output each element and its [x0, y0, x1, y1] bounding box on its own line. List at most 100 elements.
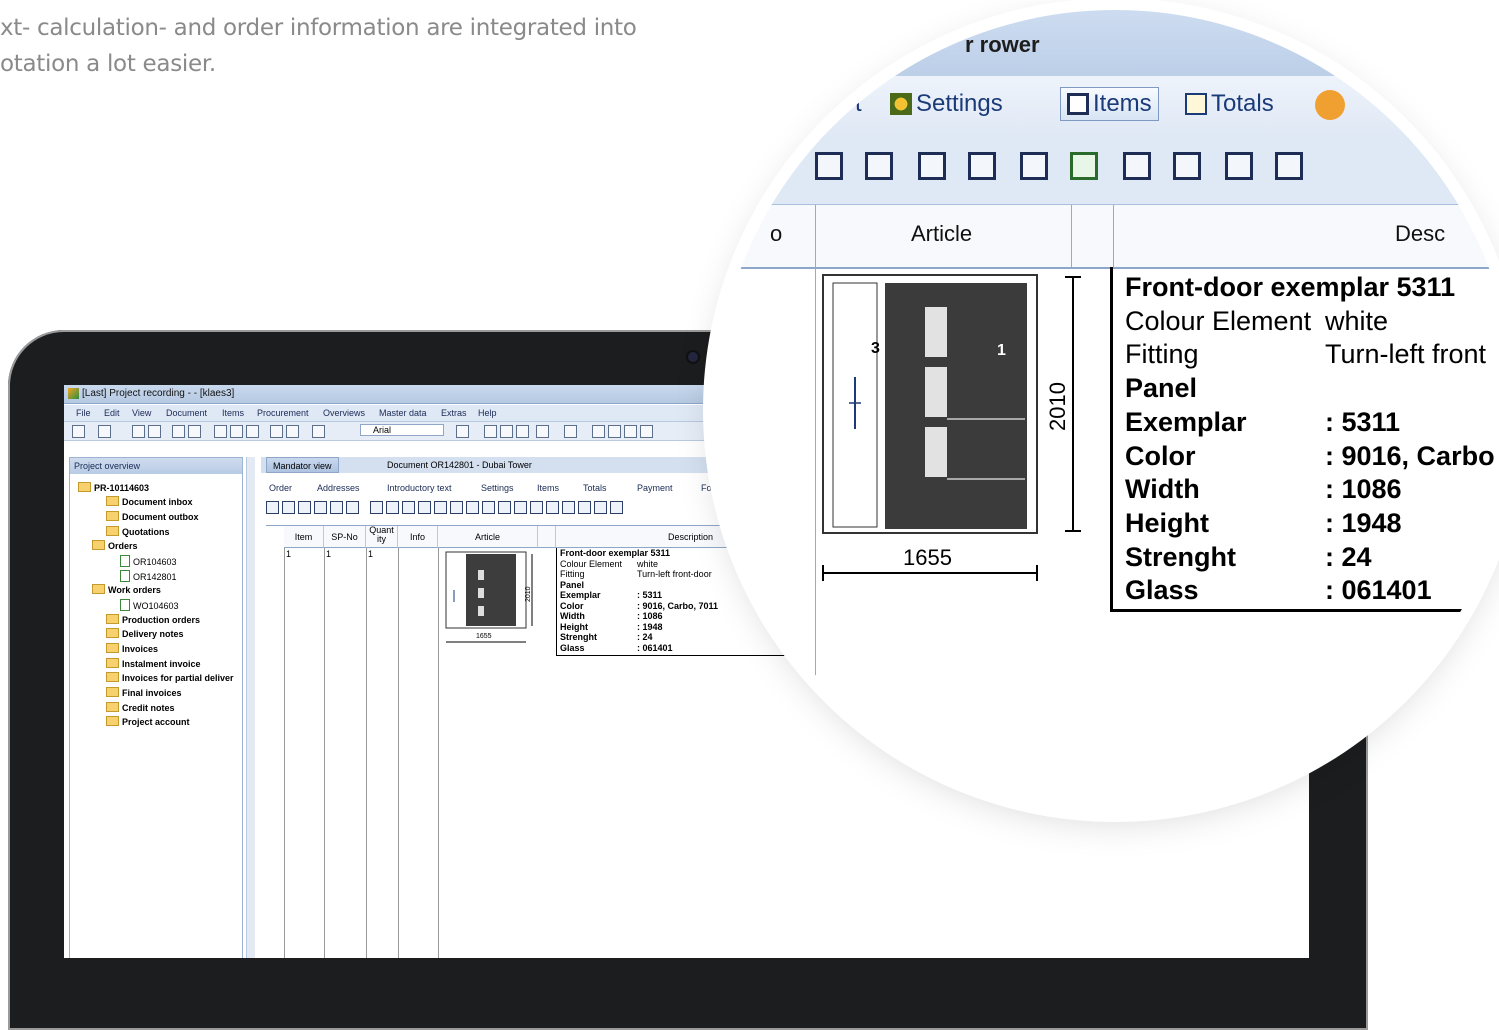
subtab-introductory-text[interactable]: Introductory text — [387, 483, 452, 493]
properties-icon[interactable] — [312, 425, 325, 438]
col-article[interactable]: Article — [911, 221, 972, 247]
item-tool-icon[interactable] — [298, 501, 311, 514]
item-tool-icon[interactable] — [1020, 152, 1048, 180]
menu-view[interactable]: View — [132, 408, 151, 418]
align-center-icon[interactable] — [608, 425, 621, 438]
col-article[interactable]: Article — [438, 526, 538, 548]
tab-items[interactable]: Items — [1060, 87, 1159, 121]
col-fragment[interactable]: o — [770, 221, 782, 247]
item-tool-icon[interactable] — [610, 501, 623, 514]
subtab-totals[interactable]: Totals — [583, 483, 607, 493]
item-tool-icon[interactable] — [330, 501, 343, 514]
item-tool-icon[interactable] — [546, 501, 559, 514]
tree-item-delivery-notes[interactable]: Delivery notes — [106, 628, 184, 639]
col-spno[interactable]: SP-No — [324, 526, 366, 548]
tree-item-project[interactable]: PR-10114603 — [78, 482, 149, 493]
align-right-icon[interactable] — [624, 425, 637, 438]
col-info[interactable]: Info — [398, 526, 438, 548]
item-tool-icon[interactable] — [968, 152, 996, 180]
menu-help[interactable]: Help — [478, 408, 497, 418]
item-tool-icon[interactable] — [1225, 152, 1253, 180]
item-tool-icon[interactable] — [578, 501, 591, 514]
item-tool-icon[interactable] — [865, 152, 893, 180]
item-tool-icon[interactable] — [815, 152, 843, 180]
tree-item-or104603[interactable]: OR104603 — [120, 555, 177, 567]
door-drawing-large[interactable]: 3 1 2010 1655 — [815, 267, 1105, 627]
item-tool-icon[interactable] — [386, 501, 399, 514]
item-tool-icon[interactable] — [498, 501, 511, 514]
menu-edit[interactable]: Edit — [104, 408, 120, 418]
cell-item[interactable]: 1 — [286, 549, 291, 559]
tree-item-credit-notes[interactable]: Credit notes — [106, 702, 175, 713]
item-tool-icon[interactable] — [1123, 152, 1151, 180]
subtab-items[interactable]: Items — [537, 483, 559, 493]
item-tool-icon[interactable] — [402, 501, 415, 514]
paste-icon[interactable] — [246, 425, 259, 438]
tab-mandator-view[interactable]: Mandator view — [266, 457, 339, 473]
save-icon[interactable] — [132, 425, 145, 438]
underline-icon[interactable] — [516, 425, 529, 438]
pane-splitter[interactable] — [246, 457, 255, 958]
tree-item-or142801[interactable]: OR142801 — [120, 570, 177, 582]
item-tool-icon[interactable] — [434, 501, 447, 514]
item-tool-icon[interactable] — [370, 501, 383, 514]
print-icon[interactable] — [172, 425, 185, 438]
tab-settings[interactable]: Settings — [890, 90, 1003, 118]
tree-item-final-invoices[interactable]: Final invoices — [106, 687, 182, 698]
subtab-more[interactable]: Fo — [701, 483, 712, 493]
print-preview-icon[interactable] — [188, 425, 201, 438]
item-tool-icon[interactable] — [346, 501, 359, 514]
item-description-large[interactable]: Front-door exemplar 5311 Colour Element w… — [1110, 267, 1499, 612]
cell-quantity[interactable]: 1 — [368, 549, 373, 559]
item-tool-icon[interactable] — [466, 501, 479, 514]
menu-overviews[interactable]: Overviews — [323, 408, 365, 418]
zoom-icon[interactable] — [286, 425, 299, 438]
tree-item-instalment-invoice[interactable]: Instalment invoice — [106, 658, 201, 669]
item-tool-icon[interactable] — [1070, 152, 1098, 180]
item-tool-icon[interactable] — [514, 501, 527, 514]
tree-item-orders[interactable]: Orders — [92, 540, 138, 551]
tree-item-wo104603[interactable]: WO104603 — [120, 599, 179, 611]
item-tool-icon[interactable] — [562, 501, 575, 514]
col-item[interactable]: Item — [284, 526, 324, 548]
menu-document[interactable]: Document — [166, 408, 207, 418]
menu-file[interactable]: File — [76, 408, 91, 418]
item-tool-icon[interactable] — [1173, 152, 1201, 180]
item-tool-icon[interactable] — [418, 501, 431, 514]
open-icon[interactable] — [98, 425, 111, 438]
payment-icon[interactable] — [1315, 90, 1345, 120]
item-tool-icon[interactable] — [482, 501, 495, 514]
cell-spno[interactable]: 1 — [326, 549, 331, 559]
item-tool-icon[interactable] — [530, 501, 543, 514]
tree-item-production-orders[interactable]: Production orders — [106, 614, 200, 625]
menu-master-data[interactable]: Master data — [379, 408, 427, 418]
subtab-payment[interactable]: Payment — [637, 483, 673, 493]
justify-icon[interactable] — [640, 425, 653, 438]
tree-item-quotations[interactable]: Quotations — [106, 526, 170, 537]
subtab-addresses[interactable]: Addresses — [317, 483, 360, 493]
cut-icon[interactable] — [214, 425, 227, 438]
font-color-icon[interactable] — [536, 425, 549, 438]
align-left-icon[interactable] — [592, 425, 605, 438]
tree-item-work-orders[interactable]: Work orders — [92, 584, 161, 595]
italic-icon[interactable] — [500, 425, 513, 438]
tab-document[interactable]: Document OR142801 - Dubai Tower — [381, 457, 538, 473]
tab-fragment[interactable]: t — [855, 90, 862, 118]
tab-totals[interactable]: Totals — [1185, 90, 1274, 118]
tree-item-invoices-partial[interactable]: Invoices for partial deliver — [106, 672, 234, 683]
subtab-settings[interactable]: Settings — [481, 483, 514, 493]
search-icon[interactable] — [270, 425, 283, 438]
item-tool-icon[interactable] — [266, 501, 279, 514]
menu-procurement[interactable]: Procurement — [257, 408, 309, 418]
bold-icon[interactable] — [484, 425, 497, 438]
highlight-icon[interactable] — [564, 425, 577, 438]
item-tool-icon[interactable] — [314, 501, 327, 514]
door-drawing-small[interactable]: 2010 1655 — [444, 550, 536, 650]
item-tool-icon[interactable] — [1275, 152, 1303, 180]
save-all-icon[interactable] — [148, 425, 161, 438]
menu-items[interactable]: Items — [222, 408, 244, 418]
tree-item-invoices[interactable]: Invoices — [106, 643, 158, 654]
item-tool-icon[interactable] — [918, 152, 946, 180]
new-document-icon[interactable] — [72, 425, 85, 438]
item-tool-icon[interactable] — [594, 501, 607, 514]
